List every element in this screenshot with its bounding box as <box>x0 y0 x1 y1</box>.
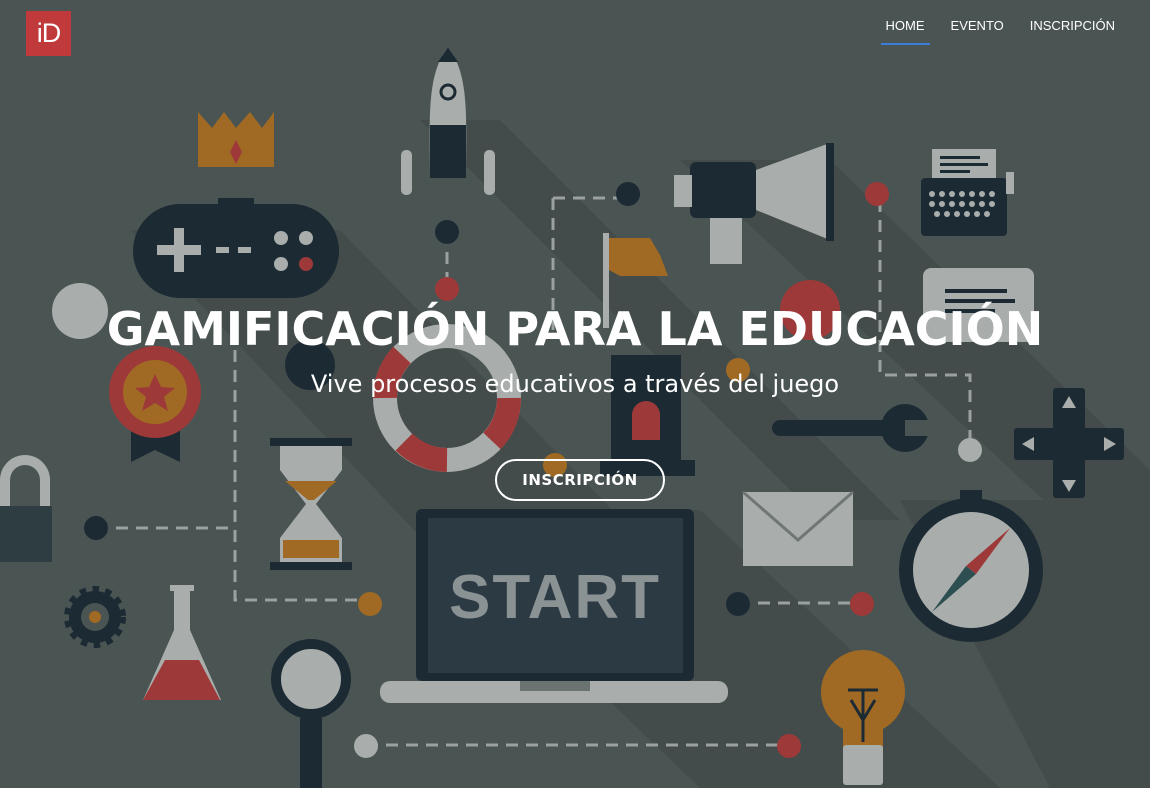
nav-evento[interactable]: EVENTO <box>938 0 1017 45</box>
nav-home[interactable]: HOME <box>873 0 938 45</box>
brand-logo[interactable]: iD <box>26 11 71 56</box>
hero-section: START iD HOME EVENTO INSCRIPCIÓN GAMIFIC… <box>0 0 1150 788</box>
hero-subtitle: Vive procesos educativos a través del ju… <box>310 370 840 398</box>
main-nav: HOME EVENTO INSCRIPCIÓN <box>873 0 1128 45</box>
inscripcion-button[interactable]: INSCRIPCIÓN <box>495 459 665 501</box>
hero-title: GAMIFICACIÓN PARA LA EDUCACIÓN <box>106 302 1044 356</box>
laptop-start-text: START <box>449 563 661 632</box>
nav-inscripcion[interactable]: INSCRIPCIÓN <box>1017 0 1128 45</box>
